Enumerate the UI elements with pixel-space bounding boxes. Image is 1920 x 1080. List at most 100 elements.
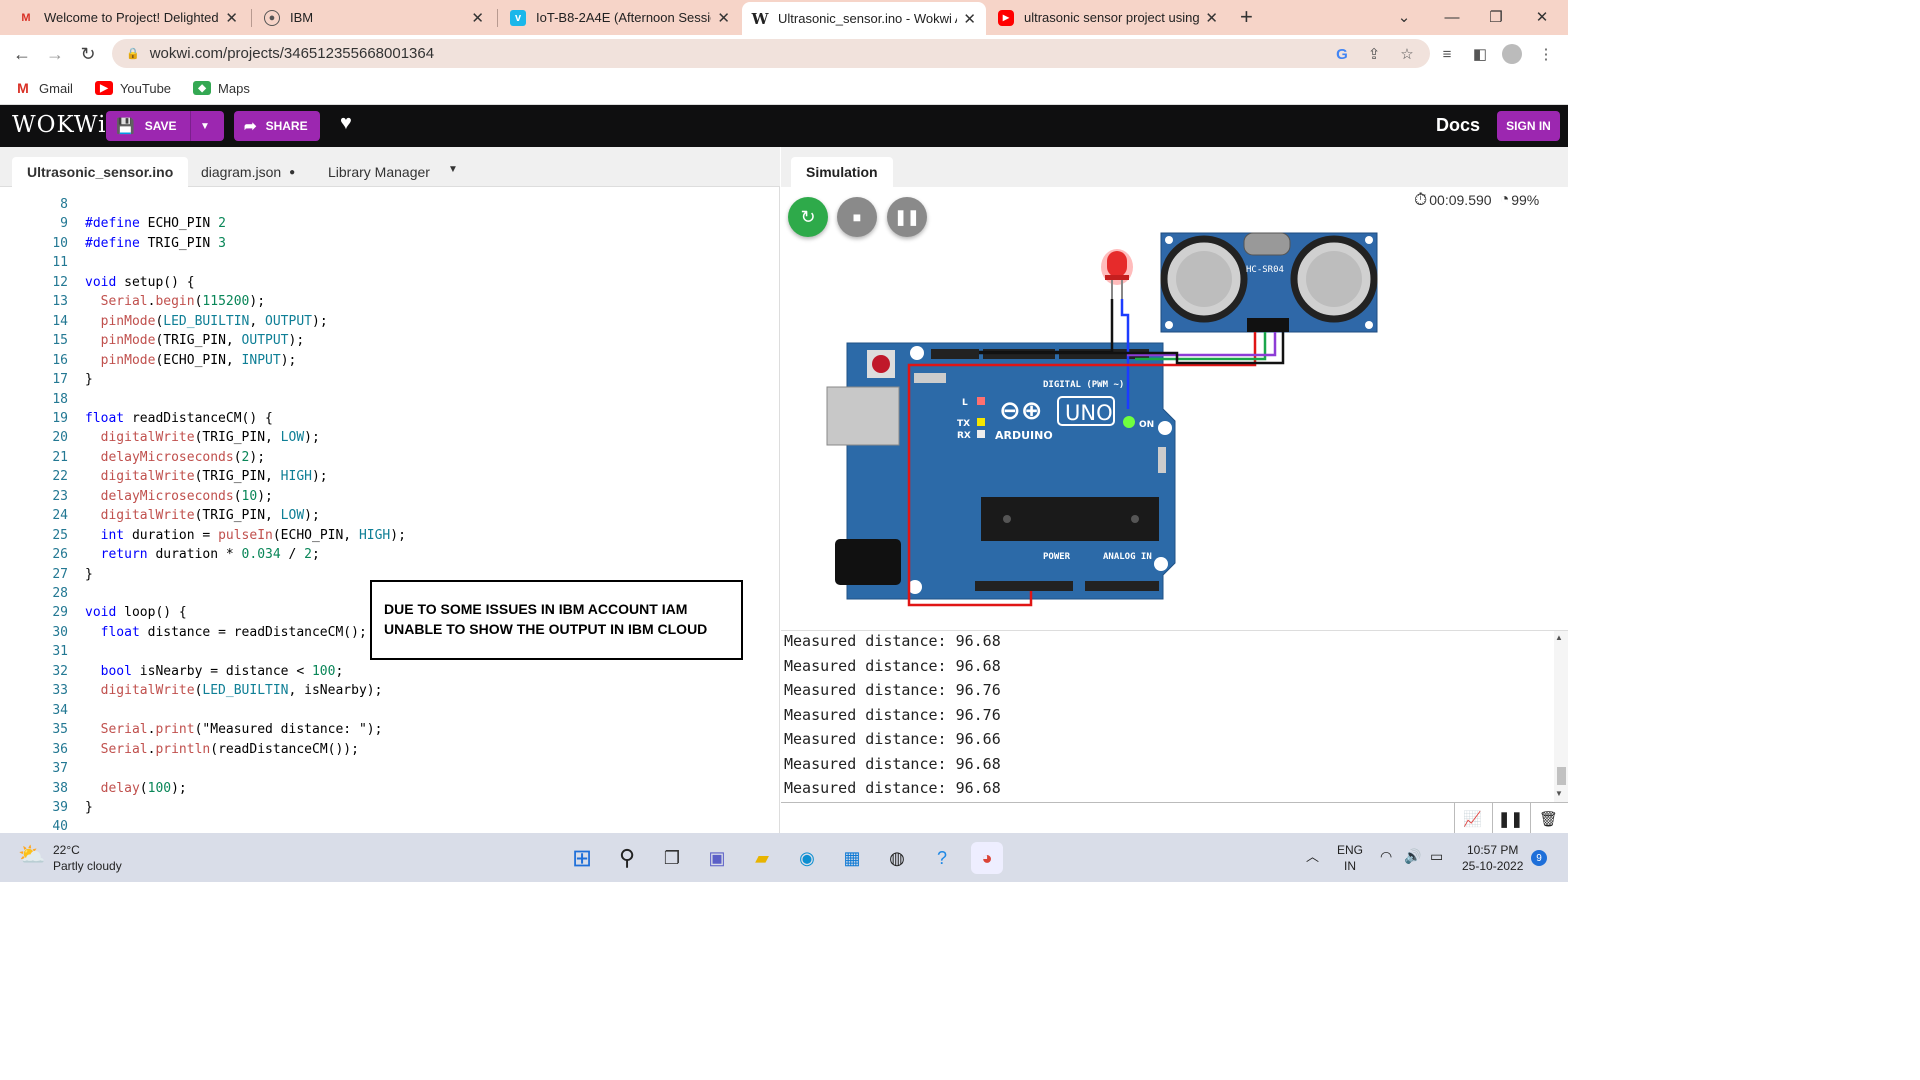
chrome-icon[interactable]: ◕ xyxy=(971,842,1003,874)
notification-badge[interactable]: 9 xyxy=(1531,850,1547,866)
close-icon[interactable]: ✕ xyxy=(225,9,238,27)
l-label: L xyxy=(962,398,968,408)
file-explorer-icon[interactable]: ▰ xyxy=(746,842,778,874)
profile-avatar[interactable] xyxy=(1502,44,1522,64)
save-button[interactable]: 💾 SAVE ▼ xyxy=(106,111,224,141)
line-number: 12 xyxy=(52,274,68,290)
tab-vimeo[interactable]: v IoT-B8-2A4E (Afternoon Session) ✕ xyxy=(500,0,740,35)
forward-icon[interactable]: → xyxy=(42,41,68,67)
pause-serial-icon[interactable]: ❚❚ xyxy=(1492,803,1528,834)
task-view-icon[interactable]: ❐ xyxy=(656,842,688,874)
simulation-tabs: Simulation xyxy=(781,147,1568,187)
tab-simulation[interactable]: Simulation xyxy=(791,157,893,187)
close-icon[interactable]: ✕ xyxy=(471,9,484,27)
line-number: 22 xyxy=(52,469,68,485)
media-icon[interactable]: ≡ xyxy=(1436,43,1458,65)
restore-icon[interactable]: ❐ xyxy=(1474,0,1518,34)
tab-library-manager[interactable]: Library Manager xyxy=(313,157,445,187)
line-number: 39 xyxy=(52,799,68,815)
tab-ibm[interactable]: ● IBM ✕ xyxy=(254,0,494,35)
code-line: } xyxy=(85,799,93,815)
minimize-icon[interactable]: — xyxy=(1430,0,1474,34)
bookmark-gmail[interactable]: M Gmail xyxy=(14,80,73,96)
docs-link[interactable]: Docs xyxy=(1436,115,1480,136)
menu-icon[interactable]: ⋮ xyxy=(1535,43,1557,65)
weather-icon[interactable]: ⛅ xyxy=(18,842,45,868)
serial-input[interactable] xyxy=(781,803,1454,834)
windows-taskbar: ⛅ 22°C Partly cloudy ⊞ ⚲ ❐ ▣ ▰ ◉ ▦ ◍ ? ◕… xyxy=(0,833,1568,882)
line-number: 20 xyxy=(52,430,68,446)
globe-icon: ● xyxy=(264,9,280,26)
scroll-thumb[interactable] xyxy=(1557,767,1566,785)
analog-label: ANALOG IN xyxy=(1103,552,1152,562)
power-label: POWER xyxy=(1043,552,1071,562)
chevron-down-icon[interactable]: ▼ xyxy=(448,164,458,175)
sidepanel-icon[interactable]: ◧ xyxy=(1469,43,1491,65)
search-icon[interactable]: ⚲ xyxy=(611,842,643,874)
code-line: digitalWrite(LED_BUILTIN, isNearby); xyxy=(100,683,383,699)
youtube-icon: ▶ xyxy=(94,81,113,95)
line-number: 21 xyxy=(52,449,68,465)
tab-gmail[interactable]: M Welcome to Project! Delighted to ✕ xyxy=(8,0,248,35)
language-indicator[interactable]: ENG IN xyxy=(1337,842,1363,874)
close-icon[interactable]: ✕ xyxy=(963,10,976,28)
chat-icon[interactable]: ▣ xyxy=(701,842,733,874)
line-number: 34 xyxy=(52,702,68,718)
tab-diagram[interactable]: diagram.json ● xyxy=(186,157,310,187)
serial-line: Measured distance: 96.68 xyxy=(784,656,1001,675)
red-led[interactable] xyxy=(1101,249,1133,299)
share-button[interactable]: ➦ SHARE xyxy=(234,111,320,141)
ultrasonic-sensor[interactable] xyxy=(1160,232,1378,333)
simulation-canvas: ↻ ■ ❚❚ ⏱ 00:09.590 ◔ 99% HC-SR04 ⊖⊕ UNO … xyxy=(781,187,1568,630)
close-icon[interactable]: ✕ xyxy=(717,9,730,27)
sign-in-button[interactable]: SIGN IN xyxy=(1497,111,1560,141)
code-line: pinMode(TRIG_PIN, OUTPUT); xyxy=(100,333,305,349)
clear-trash-icon[interactable]: 🗑 xyxy=(1530,803,1566,834)
arduino-logo-icon: ⊖⊕ xyxy=(999,396,1043,426)
line-number: 9 xyxy=(60,216,68,232)
tab-youtube[interactable]: ▶ ultrasonic sensor project using ib ✕ xyxy=(988,0,1228,35)
google-icon[interactable]: G xyxy=(1331,43,1353,65)
serial-monitor[interactable]: ▲ ▼ Measured distance: 96.68 Measured dis… xyxy=(781,630,1568,802)
tab-sketch[interactable]: Ultrasonic_sensor.ino xyxy=(12,157,189,187)
help-icon[interactable]: ? xyxy=(926,842,958,874)
serial-input-bar: 📈 ❚❚ 🗑 xyxy=(781,802,1568,834)
tray-chevron-icon[interactable]: ︿ xyxy=(1306,849,1319,865)
wokwi-logo[interactable]: WOKWi xyxy=(12,112,106,138)
line-number: 8 xyxy=(60,197,68,212)
edge-icon[interactable]: ◉ xyxy=(791,842,823,874)
volume-icon[interactable]: 🔊 xyxy=(1404,848,1421,864)
line-number: 32 xyxy=(52,663,68,679)
share-page-icon[interactable]: ⇪ xyxy=(1363,43,1385,65)
uno-label: UNO xyxy=(1065,401,1113,425)
clock[interactable]: 10:57 PM 25-10-2022 xyxy=(1462,842,1523,874)
bookmark-maps[interactable]: ◆ Maps xyxy=(193,81,250,96)
app-icon[interactable]: ◍ xyxy=(881,842,913,874)
code-editor[interactable]: 8 9 #define ECHO_PIN 2 10 #define TRIG_PIN 3… xyxy=(0,187,780,833)
line-number: 10 xyxy=(52,235,68,251)
star-icon[interactable]: ☆ xyxy=(1396,43,1418,65)
scroll-up-icon[interactable]: ▲ xyxy=(1555,633,1563,642)
weather-widget[interactable]: 22°C Partly cloudy xyxy=(53,842,122,874)
serial-line: Measured distance: 96.76 xyxy=(784,705,1001,724)
battery-icon[interactable]: ▭ xyxy=(1430,848,1443,864)
close-window-icon[interactable]: ✕ xyxy=(1520,0,1564,34)
tab-wokwi[interactable]: W Ultrasonic_sensor.ino - Wokwi Ar ✕ xyxy=(742,2,986,35)
close-icon[interactable]: ✕ xyxy=(1205,9,1218,27)
tab-search-icon[interactable]: ⌄ xyxy=(1382,0,1426,34)
bookmark-youtube[interactable]: ▶ YouTube xyxy=(94,81,171,96)
code-line: delay(100); xyxy=(100,780,187,796)
scrollbar[interactable]: ▲ ▼ xyxy=(1554,631,1568,802)
heart-icon[interactable]: ♥ xyxy=(340,112,352,135)
new-tab-button[interactable]: + xyxy=(1240,4,1253,30)
reload-icon[interactable]: ↻ xyxy=(75,41,101,67)
plotter-icon[interactable]: 📈 xyxy=(1454,803,1490,834)
back-icon[interactable]: ← xyxy=(9,41,35,67)
chevron-down-icon[interactable]: ▼ xyxy=(200,121,210,132)
url-bar[interactable]: 🔒 wokwi.com/projects/346512355668001364 xyxy=(112,39,1430,68)
line-number: 29 xyxy=(52,605,68,621)
windows-start-icon[interactable]: ⊞ xyxy=(566,842,598,874)
store-icon[interactable]: ▦ xyxy=(836,842,868,874)
scroll-down-icon[interactable]: ▼ xyxy=(1555,789,1563,798)
wifi-icon[interactable]: ◠ xyxy=(1380,848,1392,864)
